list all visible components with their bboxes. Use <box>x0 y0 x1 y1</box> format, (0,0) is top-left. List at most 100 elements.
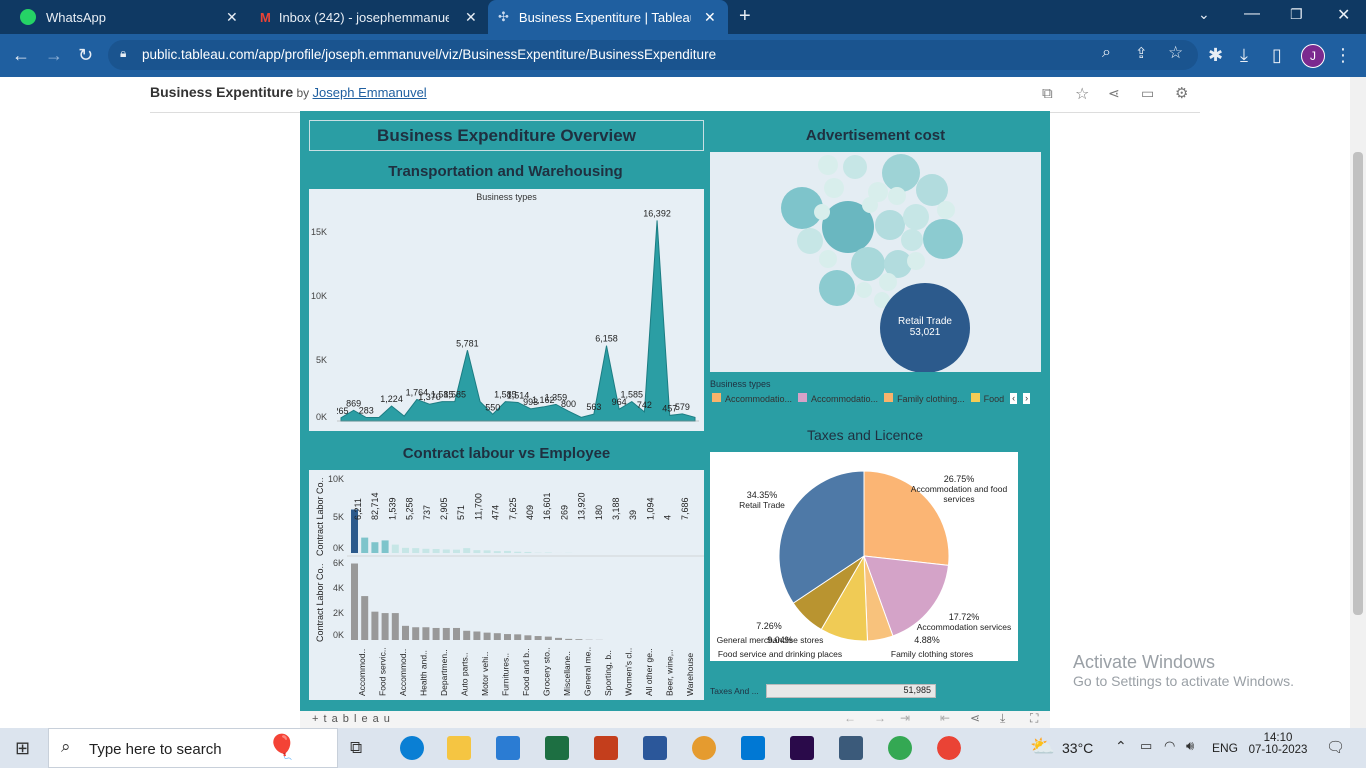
restore-icon[interactable]: ❐ <box>1290 6 1303 23</box>
new-tab-plus-icon[interactable]: + <box>739 5 751 28</box>
close-icon[interactable]: ✕ <box>704 9 716 26</box>
comment-icon[interactable]: ▭ <box>1141 85 1154 102</box>
data-label: 16,392 <box>643 208 671 218</box>
share-icon[interactable]: ⋖ <box>970 711 980 725</box>
more-icon[interactable]: ⚙ <box>1175 84 1188 102</box>
chrome-active-icon[interactable] <box>934 733 964 763</box>
contract-bar <box>422 548 430 553</box>
menu-kebab-icon[interactable]: ⋮ <box>1334 45 1352 66</box>
tab-gmail[interactable]: M Inbox (242) - josephemmanuel ✕ <box>250 0 486 34</box>
network-icon[interactable]: ▭ <box>1140 738 1152 754</box>
clock[interactable]: 14:10 07-10-2023 <box>1246 732 1310 756</box>
data-label: 571 <box>456 505 466 520</box>
windows-start-icon[interactable]: ⊞ <box>15 738 30 759</box>
share-icon[interactable]: ⇪ <box>1135 44 1148 62</box>
favorite-star-icon[interactable]: ☆ <box>1075 84 1089 104</box>
word-icon[interactable] <box>643 736 667 760</box>
retail-bubble-label: Retail Trade 53,021 <box>880 316 970 338</box>
y-tick: 10K <box>328 474 345 484</box>
tab-tableau[interactable]: ✣ Business Expentiture | Tableau P ✕ <box>488 0 728 34</box>
undo-icon[interactable]: ← <box>844 711 856 725</box>
tableau-logo[interactable]: + t a b l e a u <box>312 713 391 725</box>
powerpoint-icon[interactable] <box>594 736 618 760</box>
data-label: 2,905 <box>439 497 449 520</box>
taskbar-search[interactable]: ⌕ Type here to search 🎈 <box>48 728 338 768</box>
minimize-icon[interactable]: — <box>1244 5 1260 23</box>
legend-item[interactable]: Accommodatio... <box>712 393 792 404</box>
tray-chevron-icon[interactable]: ⌃ <box>1115 738 1127 755</box>
bookmark-star-icon[interactable]: ☆ <box>1168 43 1183 63</box>
bubble-value: 53,021 <box>909 327 941 338</box>
app-icon[interactable] <box>692 736 716 760</box>
premiere-icon[interactable] <box>790 736 814 760</box>
pause-icon[interactable]: ⇤ <box>940 711 950 725</box>
bubble <box>818 155 838 175</box>
fullscreen-icon[interactable]: ⛶ <box>1030 711 1038 726</box>
data-label: 1,094 <box>645 497 655 520</box>
data-label: 742 <box>637 400 652 410</box>
data-label: 5,258 <box>405 497 415 520</box>
legend-item[interactable]: Family clothing... <box>884 393 965 404</box>
scrollbar-thumb[interactable] <box>1353 152 1363 615</box>
legend-scroll-right-icon[interactable]: › <box>1023 393 1031 404</box>
employee-bar <box>524 635 532 640</box>
close-icon[interactable]: ✕ <box>226 9 238 26</box>
category-label: Food and b.. <box>521 648 531 696</box>
tab-search-chevron-icon[interactable]: ⌄ <box>1198 6 1210 23</box>
bubble <box>916 174 948 206</box>
app-icon[interactable] <box>839 736 863 760</box>
y-tick: 6K <box>333 558 345 568</box>
page-scrollbar[interactable] <box>1350 77 1366 728</box>
side-panel-icon[interactable]: ▯ <box>1272 45 1282 66</box>
window-close-icon[interactable]: ✕ <box>1337 5 1350 25</box>
bubble <box>843 155 867 179</box>
revert-icon[interactable]: ⇥ <box>900 711 910 725</box>
redo-icon[interactable]: → <box>874 711 886 725</box>
close-icon[interactable]: ✕ <box>465 9 477 26</box>
file-explorer-icon[interactable] <box>447 736 471 760</box>
pie-label-food-service: Food service and drinking places <box>717 649 843 659</box>
tableau-favicon-icon: ✣ <box>498 9 509 24</box>
copy-icon[interactable]: ⧉ <box>1042 85 1053 102</box>
search-highlight-balloons-icon: 🎈 <box>267 734 297 761</box>
taxes-total-bar: 51,985 <box>766 684 936 698</box>
zoom-icon[interactable]: ⌕ <box>1102 44 1111 62</box>
wifi-icon[interactable]: ◠ <box>1164 738 1175 754</box>
transport-area-chart: 2658692831,2241,7641,3701,5851,5855,7815… <box>337 208 699 422</box>
data-label: 16,601 <box>542 492 552 520</box>
data-label: 7,625 <box>508 497 518 520</box>
dashboard: Business Expenditure Overview Transporta… <box>300 111 1050 711</box>
extensions-icon[interactable]: ✱ <box>1208 45 1223 66</box>
notification-icon[interactable]: 🗨︎ <box>1326 738 1345 756</box>
task-view-icon[interactable]: ⧉ <box>350 738 362 758</box>
data-label: 550 <box>485 402 500 412</box>
volume-icon[interactable]: 🔊︎ <box>1186 738 1194 754</box>
profile-avatar[interactable]: J <box>1301 44 1325 68</box>
back-arrow-icon[interactable]: ← <box>12 45 30 66</box>
share-icon[interactable]: ⋖ <box>1108 85 1120 102</box>
store-icon[interactable] <box>496 736 520 760</box>
tab-whatsapp[interactable]: WhatsApp ✕ <box>10 0 248 34</box>
reload-icon[interactable]: ↻ <box>78 45 93 66</box>
download-icon[interactable]: ⤓ <box>1240 45 1248 66</box>
pie-pct-overlap: 9.04% <box>767 635 793 645</box>
download-icon[interactable]: ⤓ <box>1000 711 1005 726</box>
bubble <box>797 228 823 254</box>
chrome-icon[interactable] <box>888 736 912 760</box>
edge-icon[interactable] <box>400 736 424 760</box>
language-indicator[interactable]: ENG <box>1212 741 1238 755</box>
viz-title: Business Expentiture <box>150 84 294 100</box>
legend-item[interactable]: Accommodatio... <box>798 393 878 404</box>
author-link[interactable]: Joseph Emmanuvel <box>313 85 427 100</box>
forward-arrow-icon[interactable]: → <box>45 45 63 66</box>
vscode-icon[interactable] <box>741 736 765 760</box>
advert-title: Advertisement cost <box>805 127 946 144</box>
weather-icon[interactable]: ⛅ <box>1030 734 1055 759</box>
address-bar[interactable]: 🔒︎ public.tableau.com/app/profile/joseph… <box>108 40 1198 70</box>
legend-item[interactable]: Food <box>970 393 1004 404</box>
excel-icon[interactable] <box>545 736 569 760</box>
data-label: 11,700 <box>473 493 483 520</box>
legend-scroll-left-icon[interactable]: ‹ <box>1010 393 1018 404</box>
weather-temp[interactable]: 33°C <box>1062 740 1093 756</box>
employee-bar <box>555 637 562 640</box>
